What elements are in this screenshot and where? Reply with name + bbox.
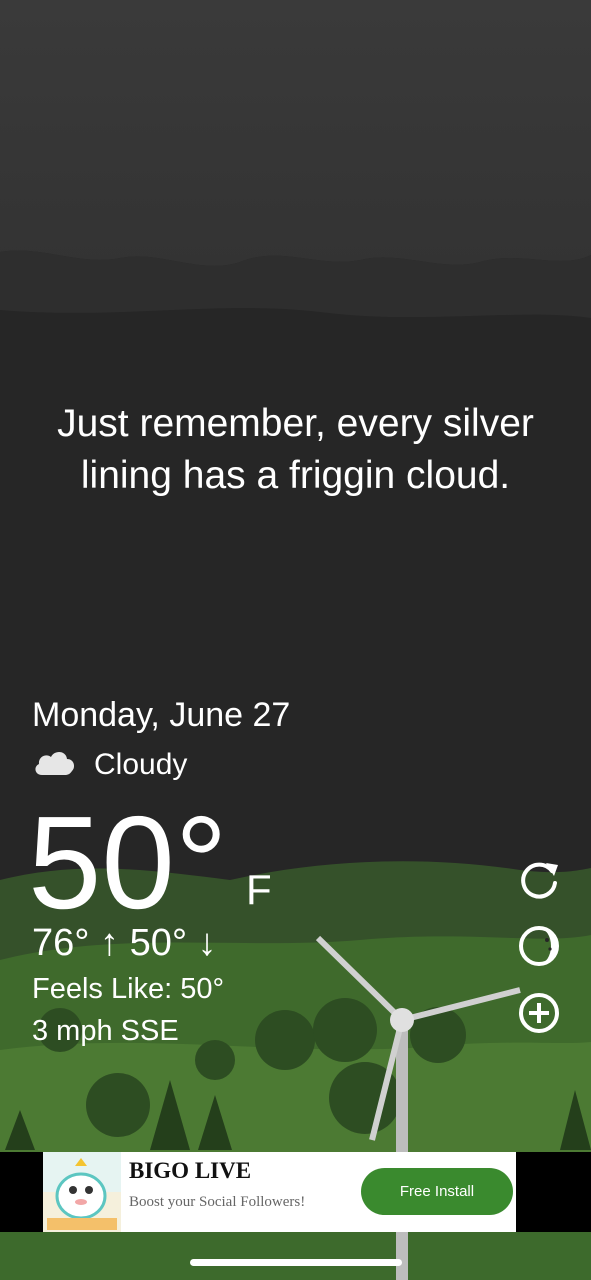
home-indicator[interactable] — [190, 1259, 402, 1266]
app-logo-icon — [43, 1152, 121, 1232]
cloud-layer — [0, 0, 591, 266]
condition-label: Cloudy — [94, 748, 188, 781]
high-low-temperature: 76° ↑ 50° ↓ — [32, 922, 217, 964]
quote-text: Just remember, every silver lining has a… — [57, 402, 534, 497]
refresh-icon[interactable] — [516, 857, 562, 903]
ad-subtitle: Boost your Social Followers! — [129, 1194, 306, 1210]
wind-label: 3 mph SSE — [32, 1015, 179, 1047]
date-label: Monday, June 27 — [32, 696, 291, 734]
condition-row: Cloudy — [32, 745, 187, 785]
cloud-icon — [32, 747, 76, 784]
moon-phase-icon[interactable] — [516, 923, 562, 969]
feels-like-label: Feels Like: 50° — [32, 973, 225, 1005]
ad-card[interactable]: BIGO LIVE Boost your Social Followers! F… — [43, 1152, 516, 1232]
ad-title: BIGO LIVE — [129, 1158, 252, 1183]
ad-banner[interactable]: BIGO LIVE Boost your Social Followers! F… — [0, 1152, 591, 1232]
add-icon[interactable] — [516, 990, 562, 1036]
current-temperature: 50° — [28, 789, 228, 936]
background-scene — [0, 0, 591, 1280]
free-install-button[interactable]: Free Install — [361, 1168, 513, 1215]
temperature-unit: F — [246, 866, 272, 913]
